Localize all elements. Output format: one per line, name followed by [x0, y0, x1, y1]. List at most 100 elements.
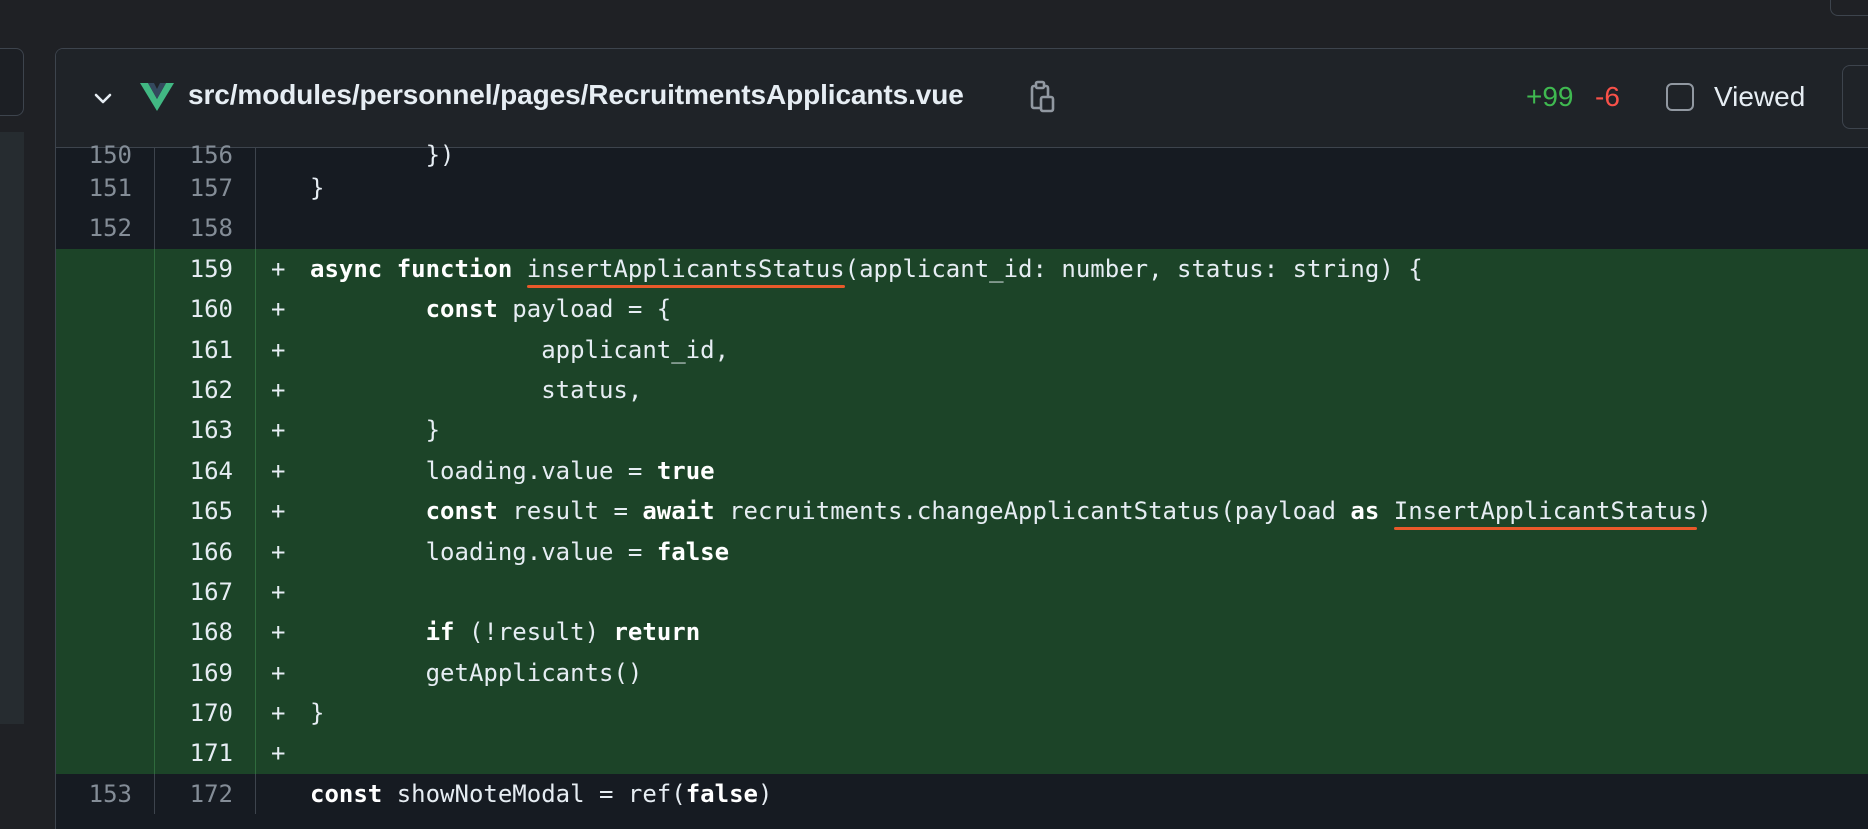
new-line-number[interactable]: 165 — [154, 491, 255, 532]
code-token: ) — [757, 779, 773, 808]
sidebar-search-box[interactable] — [0, 48, 24, 116]
new-line-number[interactable]: 167 — [154, 571, 255, 613]
code-token: const — [425, 295, 498, 324]
viewed-checkbox[interactable] — [1666, 83, 1694, 111]
old-line-number[interactable] — [56, 693, 154, 734]
old-line-number[interactable]: 152 — [56, 208, 154, 249]
diff-marker: + — [271, 295, 286, 324]
new-line-number[interactable]: 168 — [154, 612, 255, 653]
diff-line: 169 + getApplicants() — [56, 652, 1868, 694]
file-options-button[interactable] — [1842, 65, 1868, 129]
copy-path-icon[interactable] — [1029, 79, 1057, 115]
new-line-number[interactable]: 158 — [154, 208, 255, 249]
old-line-number[interactable] — [56, 329, 154, 370]
vue-logo-icon — [140, 81, 174, 111]
code-token: . — [526, 537, 542, 566]
old-line-number[interactable] — [56, 571, 154, 613]
chevron-down-icon[interactable] — [92, 87, 114, 109]
new-line-number[interactable]: 162 — [154, 369, 255, 411]
old-line-number[interactable] — [56, 491, 154, 532]
code-token: false — [685, 779, 758, 808]
code-token: applicant_id — [859, 254, 1033, 283]
code-token: } — [310, 416, 441, 445]
new-line-number[interactable]: 164 — [154, 450, 255, 492]
code-token: payload — [1234, 497, 1336, 526]
new-line-number[interactable]: 159 — [154, 248, 255, 290]
new-line-number[interactable]: 161 — [154, 329, 255, 370]
old-line-number[interactable] — [56, 612, 154, 653]
code-token: number — [1061, 254, 1149, 283]
code-token: loading — [425, 456, 527, 485]
new-line-number[interactable]: 170 — [154, 693, 255, 734]
code-token: , — [714, 335, 730, 364]
code-token: ( — [671, 779, 686, 808]
code-token: changeApplicantStatus — [916, 497, 1221, 526]
old-line-number[interactable] — [56, 450, 154, 492]
diff-marker: + — [271, 456, 286, 485]
code-token: , — [627, 375, 643, 404]
gutter-separator — [255, 693, 256, 734]
viewed-label[interactable]: Viewed — [1714, 81, 1805, 113]
new-line-number[interactable]: 163 — [154, 410, 255, 451]
code-token: result — [512, 497, 599, 526]
diff-marker: + — [271, 618, 286, 647]
new-line-number[interactable]: 160 — [154, 289, 255, 330]
diff-marker: + — [271, 335, 286, 364]
code-token: status — [1177, 254, 1264, 283]
diff-marker: + — [271, 658, 286, 687]
code-token: loading — [425, 537, 527, 566]
diff-line: 162 + status, — [56, 369, 1868, 411]
diff-table: 150 156 }) 151 157} 152 158 159 + async function… — [56, 143, 1868, 815]
code-token: value — [541, 537, 614, 566]
code-text: const result = await recruitments.change… — [310, 491, 1712, 531]
code-token: () — [613, 658, 643, 687]
old-line-number[interactable] — [56, 289, 154, 330]
new-line-number[interactable]: 157 — [154, 168, 255, 209]
new-line-number[interactable]: 172 — [154, 773, 255, 815]
code-token: getApplicants — [425, 658, 614, 687]
diff-marker: + — [271, 497, 286, 526]
old-line-number[interactable]: 151 — [56, 168, 154, 209]
code-token: string — [1292, 254, 1380, 283]
old-line-number[interactable] — [56, 531, 154, 572]
code-token: insertApplicantsStatus — [526, 254, 845, 283]
diff-line: 159 + async function insertApplicantsStatu… — [56, 248, 1868, 290]
new-line-number[interactable]: 171 — [154, 733, 255, 774]
old-line-number[interactable] — [56, 733, 154, 774]
code-token: if — [425, 618, 455, 647]
gutter-separator — [255, 289, 256, 330]
code-token: function — [396, 254, 513, 283]
gutter-separator — [255, 773, 256, 815]
new-line-number[interactable]: 156 — [154, 143, 255, 168]
diff-line: 163 + } — [56, 410, 1868, 451]
top-right-button[interactable] — [1830, 0, 1868, 16]
new-line-number[interactable]: 166 — [154, 531, 255, 572]
old-line-number[interactable] — [56, 652, 154, 694]
diff-marker: + — [271, 577, 286, 606]
diff-line: 167 + — [56, 571, 1868, 613]
code-token: (! — [454, 618, 498, 647]
file-path-link[interactable]: src/modules/personnel/pages/Recruitments… — [188, 79, 964, 111]
old-line-number[interactable]: 150 — [56, 143, 154, 168]
new-line-number[interactable]: 169 — [154, 652, 255, 694]
diff-line: 171 + — [56, 733, 1868, 774]
code-text: const payload = { — [310, 289, 672, 329]
diff-line: 152 158 — [56, 208, 1868, 249]
old-line-number[interactable]: 153 — [56, 773, 154, 815]
old-line-number[interactable] — [56, 248, 154, 290]
code-token: ref — [627, 779, 672, 808]
code-text: } — [310, 168, 324, 208]
old-line-number[interactable] — [56, 410, 154, 451]
diff-marker: + — [271, 416, 286, 445]
code-token: result — [497, 618, 585, 647]
old-line-number[interactable] — [56, 369, 154, 411]
gutter-separator — [255, 329, 256, 370]
code-token: ( — [844, 254, 860, 283]
